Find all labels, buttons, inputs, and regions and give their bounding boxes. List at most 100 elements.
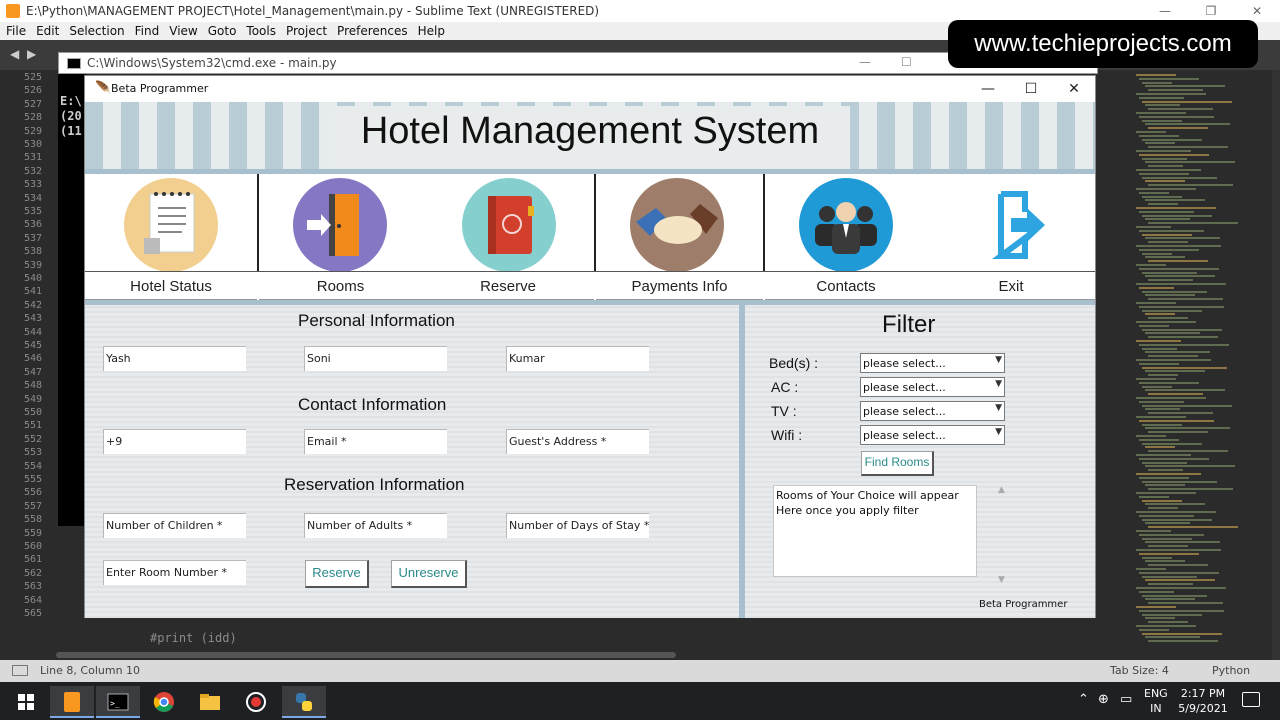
language-indicator[interactable]: ENG IN: [1144, 686, 1168, 716]
children-field[interactable]: Number of Children *: [103, 513, 246, 538]
chrome-taskbar-icon[interactable]: [142, 686, 186, 718]
clock[interactable]: 2:17 PM 5/9/2021: [1178, 686, 1228, 716]
menu-tools[interactable]: Tools: [246, 24, 276, 38]
menu-goto[interactable]: Goto: [208, 24, 237, 38]
sublime-maximize-button[interactable]: ❐: [1188, 0, 1234, 22]
app-maximize-button[interactable]: ☐: [1008, 77, 1054, 101]
find-rooms-button[interactable]: Find Rooms: [861, 451, 934, 476]
minimap-line: [1145, 275, 1215, 278]
app-close-button[interactable]: ✕: [1051, 77, 1097, 101]
unreserve-button[interactable]: Unreserve: [391, 560, 467, 588]
network-icon[interactable]: ⊕: [1098, 692, 1109, 707]
minimap-line: [1142, 252, 1172, 255]
minimap-line: [1136, 435, 1166, 437]
recorder-taskbar-icon[interactable]: [234, 686, 278, 718]
line-number: 560: [24, 541, 43, 552]
sublime-close-button[interactable]: ✕: [1234, 0, 1280, 22]
exit-icon[interactable]: [967, 178, 1061, 272]
handshake-icon[interactable]: [630, 178, 724, 272]
minimap-line: [1145, 142, 1175, 145]
menu-view[interactable]: View: [169, 24, 197, 38]
minimap-line: [1139, 628, 1169, 631]
menu-help[interactable]: Help: [418, 24, 445, 38]
minimap-line: [1136, 283, 1226, 285]
sublime-minimize-button[interactable]: —: [1142, 0, 1188, 22]
chevron-up-icon[interactable]: ⌃: [1078, 692, 1089, 707]
minimap-line: [1136, 473, 1201, 475]
sublime-vertical-scrollbar[interactable]: [1272, 70, 1280, 660]
nav-payments-info[interactable]: Payments Info: [596, 174, 763, 300]
syntax-mode[interactable]: Python: [1212, 664, 1250, 677]
app-minimize-button[interactable]: —: [965, 77, 1011, 101]
python-taskbar-icon[interactable]: [282, 686, 326, 718]
notepad-icon[interactable]: [124, 178, 218, 272]
book-icon[interactable]: [462, 178, 556, 272]
minimap-line: [1145, 332, 1200, 335]
minimap-line: [1136, 587, 1226, 589]
battery-icon[interactable]: ▭: [1120, 692, 1132, 707]
minimap-line: [1148, 222, 1238, 225]
menu-selection[interactable]: Selection: [69, 24, 124, 38]
sublime-taskbar-icon[interactable]: [50, 686, 94, 718]
last-name-field[interactable]: Kumar: [506, 346, 649, 371]
minimap-line: [1148, 545, 1188, 548]
tab-scroll-arrows-icon[interactable]: ◀ ▶: [10, 47, 38, 61]
nav-reserve[interactable]: Reserve: [422, 174, 594, 300]
code-line: #print (idd): [150, 631, 237, 645]
adults-field[interactable]: Number of Adults *: [304, 513, 447, 538]
minimap-line: [1139, 590, 1174, 593]
minimap-line: [1139, 552, 1199, 555]
people-icon[interactable]: [799, 178, 893, 272]
section-personal-heading: Personal Information: [298, 311, 455, 330]
menu-find[interactable]: Find: [135, 24, 160, 38]
tab-size[interactable]: Tab Size: 4: [1110, 664, 1169, 677]
menu-edit[interactable]: Edit: [36, 24, 59, 38]
minimap-line: [1136, 302, 1176, 304]
cmd-maximize-button[interactable]: ☐: [901, 55, 912, 69]
sublime-app-icon: [6, 4, 20, 18]
tv-select[interactable]: please select... ▼: [860, 401, 1005, 421]
minimap-line: [1142, 119, 1182, 122]
nav-hotel-status[interactable]: Hotel Status: [85, 174, 257, 300]
room-number-field[interactable]: Enter Room Number *: [103, 560, 246, 585]
file-explorer-taskbar-icon[interactable]: [188, 686, 232, 718]
beds-select[interactable]: please select... ▼: [860, 353, 1005, 373]
line-number: 538: [24, 246, 43, 258]
notification-icon[interactable]: [1242, 692, 1260, 707]
results-textbox[interactable]: Rooms of Your Choice will appear Here on…: [773, 485, 977, 577]
minimap-line: [1148, 583, 1193, 586]
menu-project[interactable]: Project: [286, 24, 327, 38]
sublime-minimap[interactable]: [1132, 70, 1272, 660]
scroll-down-icon[interactable]: ▼: [998, 575, 1005, 585]
minimap-line: [1136, 207, 1216, 209]
menu-file[interactable]: File: [6, 24, 26, 38]
address-field[interactable]: Guest's Address *: [506, 429, 649, 454]
minimap-line: [1148, 317, 1188, 320]
reserve-button[interactable]: Reserve: [305, 560, 369, 588]
cmd-window-title: C:\Windows\System32\cmd.exe - main.py: [87, 56, 337, 70]
sublime-horizontal-scrollbar[interactable]: [56, 652, 676, 658]
minimap-line: [1139, 343, 1229, 346]
nav-contacts[interactable]: Contacts: [765, 174, 927, 300]
terminal-taskbar-icon[interactable]: >_: [96, 686, 140, 718]
minimap-line: [1142, 81, 1172, 84]
windows-start-icon[interactable]: [4, 686, 48, 718]
phone-field[interactable]: +9: [103, 429, 246, 454]
door-icon[interactable]: [293, 178, 387, 272]
scroll-up-icon[interactable]: ▲: [998, 485, 1005, 495]
section-reservation-heading: Reservation Information: [284, 475, 465, 494]
nav-rooms[interactable]: Rooms: [259, 174, 422, 300]
results-scrollbar[interactable]: ▲ ▼: [995, 485, 1011, 585]
wifi-select[interactable]: please select... ▼: [860, 425, 1005, 445]
ac-select[interactable]: please select... ▼: [860, 377, 1005, 397]
minimap-line: [1142, 195, 1182, 198]
first-name-field[interactable]: Yash: [103, 346, 246, 371]
panel-toggle-icon[interactable]: [12, 665, 28, 676]
email-field[interactable]: Email *: [304, 429, 447, 454]
section-contact-heading: Contact Information: [298, 395, 447, 414]
nav-exit[interactable]: Exit: [927, 174, 1095, 300]
menu-preferences[interactable]: Preferences: [337, 24, 408, 38]
cmd-minimize-button[interactable]: —: [859, 55, 871, 69]
days-field[interactable]: Number of Days of Stay *: [506, 513, 649, 538]
middle-name-field[interactable]: Soni: [304, 346, 447, 371]
